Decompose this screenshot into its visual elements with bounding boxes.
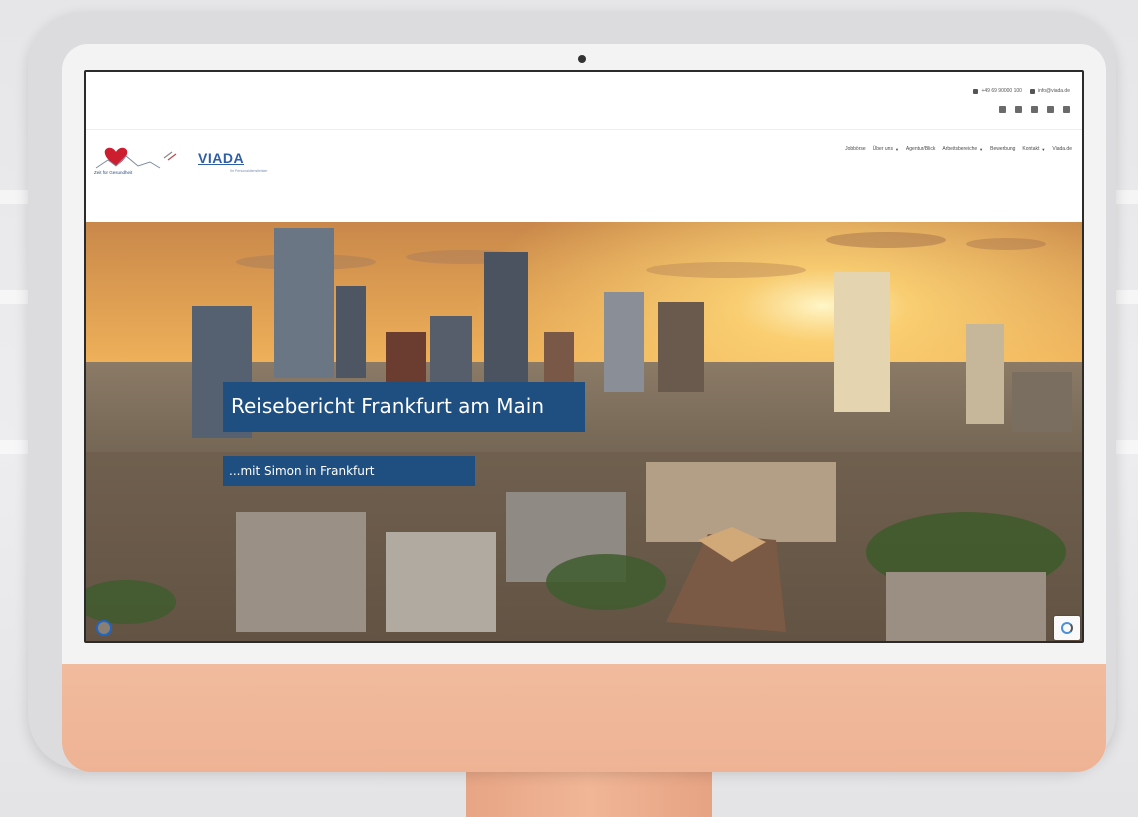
caret-down-icon: ▼ [894,146,899,152]
nav-label: Agentur/Blick [905,146,936,152]
phone-icon [973,88,979,94]
site-header: Zeit für Gesundheit VIADA Ihr Personaldi… [86,130,1082,222]
email-address: info@viada.de [1037,88,1070,94]
youtube-icon[interactable] [1063,106,1070,113]
viada-logo-subtext: Ihr Personaldienstleister [230,169,268,173]
phone-number: +49 69 90000 100 [981,88,1022,94]
hero-banner: Reisebericht Frankfurt am Main ...mit Si… [86,222,1082,641]
hero-subtitle: ...mit Simon in Frankfurt [223,456,475,486]
top-contact-bar: +49 69 90000 100 info@viada.de [86,72,1082,130]
hero-title: Reisebericht Frankfurt am Main [223,382,585,432]
partner-logo-text: Zeit für Gesundheit [94,170,133,175]
phone-link[interactable]: +49 69 90000 100 [973,88,1022,94]
nav-item-viada[interactable]: Viada.de [1052,146,1072,152]
nav-label: Kontakt [1022,146,1040,152]
mail-icon [1029,88,1035,94]
nav-item-kontakt[interactable]: Kontakt ▼ [1022,146,1045,152]
webcam-icon [578,55,586,63]
website-screen: +49 69 90000 100 info@viada.de Zeit für … [84,70,1084,643]
nav-label: Bewerbung [990,146,1016,152]
nav-item-arbeitsbereiche[interactable]: Arbeitsbereiche ▼ [942,146,983,152]
monitor-chin [62,664,1106,772]
nav-item-jobboerse[interactable]: Jobbörse [845,146,866,152]
caret-down-icon: ▼ [979,146,984,152]
main-navigation: Jobbörse Über uns ▼ Agentur/Blick Arbeit… [845,146,1072,152]
instagram-icon[interactable] [1015,106,1022,113]
linkedin-icon[interactable] [1031,106,1038,113]
viada-logo-text: VIADA [198,150,245,166]
contact-info: +49 69 90000 100 info@viada.de [973,88,1070,94]
xing-icon[interactable] [1047,106,1054,113]
nav-item-ueber-uns[interactable]: Über uns ▼ [873,146,899,152]
caret-down-icon: ▼ [1041,146,1046,152]
nav-item-agentur[interactable]: Agentur/Blick [906,146,935,152]
social-links [999,106,1070,113]
site-logo[interactable]: Zeit für Gesundheit VIADA Ihr Personaldi… [94,144,274,180]
nav-label: Jobbörse [845,146,866,152]
nav-item-bewerbung[interactable]: Bewerbung [990,146,1015,152]
accessibility-icon[interactable] [96,620,112,636]
nav-label: Arbeitsbereiche [942,146,978,152]
nav-label: Viada.de [1052,146,1072,152]
recaptcha-badge[interactable] [1054,616,1080,640]
nav-label: Über uns [872,146,893,152]
email-link[interactable]: info@viada.de [1029,88,1070,94]
recaptcha-icon [1061,622,1073,634]
facebook-icon[interactable] [999,106,1006,113]
